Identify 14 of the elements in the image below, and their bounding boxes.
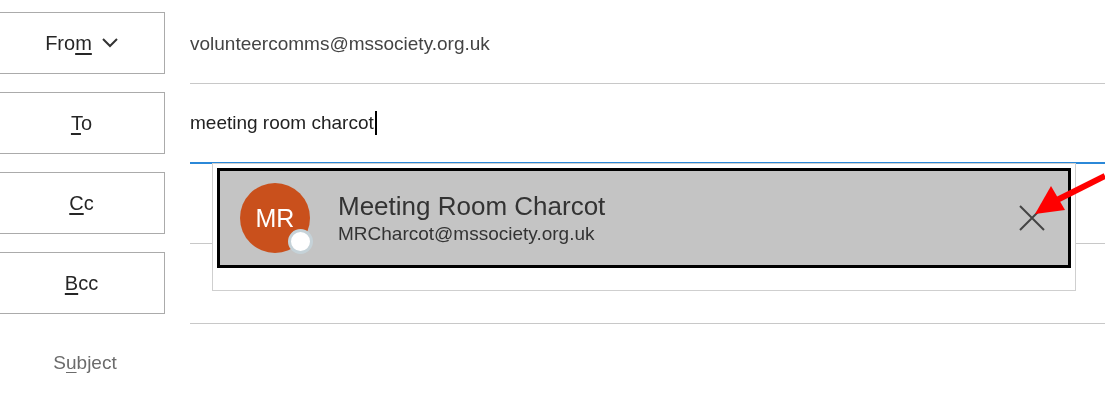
close-icon[interactable] — [1018, 204, 1046, 232]
chevron-down-icon — [101, 38, 118, 48]
contact-email: MRCharcot@mssociety.org.uk — [338, 222, 596, 246]
subject-label: Subject — [53, 351, 117, 374]
contact-name: Meeting Room Charcot — [338, 190, 607, 222]
avatar: MR — [240, 183, 310, 253]
address-field[interactable]: meeting room charcot — [190, 111, 377, 135]
address-button[interactable]: From — [0, 12, 165, 74]
suggestion-item[interactable]: MR Meeting Room Charcot MRCharcot@mssociety.org.uk — [217, 168, 1071, 268]
address-button[interactable]: To — [0, 92, 165, 154]
address-button[interactable]: Cc — [0, 172, 165, 234]
annotation-arrow — [1035, 173, 1105, 214]
address-button[interactable]: Bcc — [0, 252, 165, 314]
address-field[interactable]: volunteercomms@mssociety.org.uk — [190, 32, 490, 55]
